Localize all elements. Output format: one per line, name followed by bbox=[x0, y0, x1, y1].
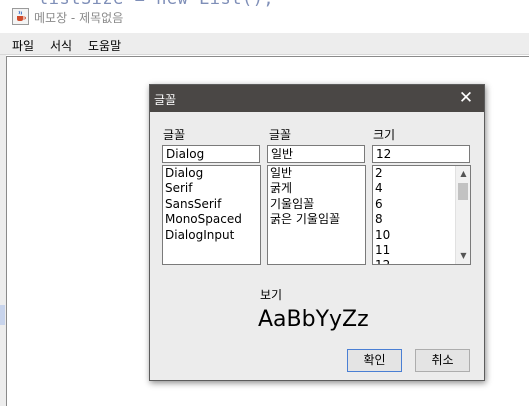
cancel-button[interactable]: 취소 bbox=[415, 349, 470, 372]
list-item[interactable]: 굵은 기울임꼴 bbox=[268, 212, 365, 227]
font-style-list[interactable]: 일반 굵게 기울임꼴 굵은 기울임꼴 bbox=[267, 165, 366, 265]
scroll-thumb[interactable] bbox=[458, 183, 468, 200]
background-code-text: listSize = new List(); bbox=[38, 0, 274, 9]
list-item[interactable]: MonoSpaced bbox=[163, 212, 260, 227]
menubar: 파일 서식 도움말 bbox=[0, 33, 529, 55]
font-size-field[interactable]: 12 bbox=[372, 145, 470, 163]
font-dialog: 글꼴 ✕ 글꼴 Dialog Dialog Serif SansSerif Mo… bbox=[149, 84, 485, 381]
preview-label: 보기 bbox=[260, 288, 283, 302]
font-style-label: 글꼴 bbox=[269, 128, 292, 142]
list-item[interactable]: DialogInput bbox=[163, 228, 260, 243]
chevron-down-icon[interactable]: ▼ bbox=[458, 250, 469, 262]
chevron-up-icon[interactable]: ▲ bbox=[458, 168, 469, 180]
menu-format[interactable]: 서식 bbox=[50, 37, 72, 54]
list-item[interactable]: 기울임꼴 bbox=[268, 197, 365, 212]
dialog-titlebar[interactable]: 글꼴 ✕ bbox=[150, 85, 484, 112]
list-item[interactable]: 굵게 bbox=[268, 181, 365, 196]
gutter-highlight bbox=[0, 305, 5, 325]
ok-button[interactable]: 확인 bbox=[347, 349, 402, 372]
java-cup-icon bbox=[12, 8, 29, 25]
list-item[interactable]: Dialog bbox=[163, 166, 260, 181]
preview-sample: AaBbYyZz bbox=[258, 307, 369, 332]
font-family-field[interactable]: Dialog bbox=[162, 145, 260, 163]
list-item[interactable]: 일반 bbox=[268, 166, 365, 181]
close-icon[interactable]: ✕ bbox=[455, 87, 477, 109]
list-item[interactable]: Serif bbox=[163, 181, 260, 196]
font-family-list[interactable]: Dialog Serif SansSerif MonoSpaced Dialog… bbox=[162, 165, 261, 265]
list-item[interactable]: SansSerif bbox=[163, 197, 260, 212]
window-titlebar[interactable]: listSize = new List(); 메모장 - 제목없음 bbox=[0, 0, 529, 33]
dialog-title: 글꼴 bbox=[154, 93, 177, 107]
font-style-field[interactable]: 일반 bbox=[267, 145, 365, 163]
menu-help[interactable]: 도움말 bbox=[88, 37, 121, 54]
window-title: 메모장 - 제목없음 bbox=[34, 11, 124, 25]
size-list-scrollbar[interactable]: ▲ ▼ bbox=[455, 166, 470, 264]
font-size-list[interactable]: 2 4 6 8 10 11 12 ▲ ▼ bbox=[372, 165, 471, 265]
font-family-label: 글꼴 bbox=[163, 128, 186, 142]
font-size-label: 크기 bbox=[373, 128, 396, 142]
menu-file[interactable]: 파일 bbox=[12, 37, 34, 54]
